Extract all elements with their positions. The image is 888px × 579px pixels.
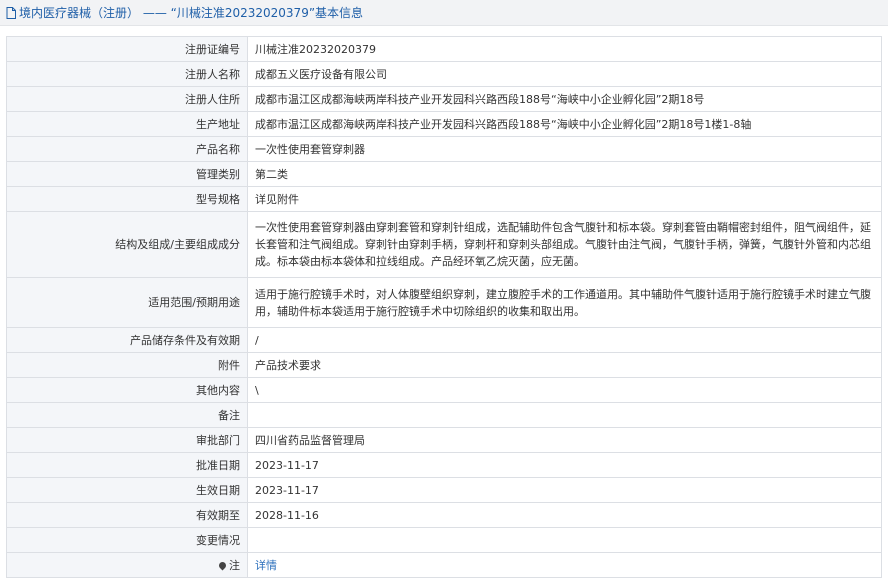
table-row: 注册证编号 川械注准20232020379 (6, 36, 882, 62)
row-value: 一次性使用套管穿刺器 (247, 136, 882, 162)
table-row: 生产地址 成都市温江区成都海峡两岸科技产业开发园科兴路西段188号“海峡中小企业… (6, 111, 882, 137)
row-value: / (247, 327, 882, 353)
note-label-cell: 注 (6, 552, 248, 578)
table-row: 产品储存条件及有效期 / (6, 327, 882, 353)
row-value: 适用于施行腔镜手术时，对人体腹壁组织穿刺，建立腹腔手术的工作通道用。其中辅助件气… (247, 277, 882, 328)
row-label: 型号规格 (6, 186, 248, 212)
table-row: 变更情况 (6, 527, 882, 553)
row-label: 审批部门 (6, 427, 248, 453)
row-value (247, 527, 882, 553)
table-row: 生效日期 2023-11-17 (6, 477, 882, 503)
row-label: 批准日期 (6, 452, 248, 478)
details-link[interactable]: 详情 (255, 559, 277, 572)
table-row: 产品名称 一次性使用套管穿刺器 (6, 136, 882, 162)
row-value: 成都五义医疗设备有限公司 (247, 61, 882, 87)
row-value: 产品技术要求 (247, 352, 882, 378)
table-row: 审批部门 四川省药品监督管理局 (6, 427, 882, 453)
row-value: 第二类 (247, 161, 882, 187)
info-table: 注册证编号 川械注准20232020379 注册人名称 成都五义医疗设备有限公司… (6, 36, 882, 578)
row-label: 注册证编号 (6, 36, 248, 62)
row-value: 2023-11-17 (247, 477, 882, 503)
row-label: 注册人住所 (6, 86, 248, 112)
table-row: 注册人住所 成都市温江区成都海峡两岸科技产业开发园科兴路西段188号“海峡中小企… (6, 86, 882, 112)
row-value: 一次性使用套管穿刺器由穿刺套管和穿刺针组成，选配辅助件包含气腹针和标本袋。穿刺套… (247, 211, 882, 278)
row-value: 详情 (247, 552, 882, 578)
table-row: 注 详情 (6, 552, 882, 578)
page-title: 境内医疗器械（注册） —— “川械注准20232020379”基本信息 (19, 6, 364, 20)
row-value: 详见附件 (247, 186, 882, 212)
table-row: 结构及组成/主要组成成分 一次性使用套管穿刺器由穿刺套管和穿刺针组成，选配辅助件… (6, 211, 882, 278)
row-value: 成都市温江区成都海峡两岸科技产业开发园科兴路西段188号“海峡中小企业孵化园”2… (247, 111, 882, 137)
row-label: 适用范围/预期用途 (6, 277, 248, 328)
table-row: 有效期至 2028-11-16 (6, 502, 882, 528)
row-value: 2023-11-17 (247, 452, 882, 478)
row-label: 变更情况 (6, 527, 248, 553)
row-label: 备注 (6, 402, 248, 428)
row-label: 有效期至 (6, 502, 248, 528)
table-row: 备注 (6, 402, 882, 428)
row-label: 其他内容 (6, 377, 248, 403)
row-label: 注 (229, 558, 240, 572)
page-header: 境内医疗器械（注册） —— “川械注准20232020379”基本信息 (0, 0, 888, 26)
table-row: 批准日期 2023-11-17 (6, 452, 882, 478)
row-label: 附件 (6, 352, 248, 378)
row-label: 生产地址 (6, 111, 248, 137)
document-icon (6, 6, 16, 19)
row-label: 产品名称 (6, 136, 248, 162)
row-value: 成都市温江区成都海峡两岸科技产业开发园科兴路西段188号“海峡中小企业孵化园”2… (247, 86, 882, 112)
row-label: 管理类别 (6, 161, 248, 187)
table-row: 型号规格 详见附件 (6, 186, 882, 212)
row-label: 结构及组成/主要组成成分 (6, 211, 248, 278)
table-row: 注册人名称 成都五义医疗设备有限公司 (6, 61, 882, 87)
row-value: 四川省药品监督管理局 (247, 427, 882, 453)
table-row: 附件 产品技术要求 (6, 352, 882, 378)
row-value (247, 402, 882, 428)
table-row: 其他内容 \ (6, 377, 882, 403)
row-value: \ (247, 377, 882, 403)
row-value: 川械注准20232020379 (247, 36, 882, 62)
table-row: 适用范围/预期用途 适用于施行腔镜手术时，对人体腹壁组织穿刺，建立腹腔手术的工作… (6, 277, 882, 328)
table-row: 管理类别 第二类 (6, 161, 882, 187)
row-label: 注册人名称 (6, 61, 248, 87)
pin-icon (217, 560, 228, 571)
row-value: 2028-11-16 (247, 502, 882, 528)
row-label: 生效日期 (6, 477, 248, 503)
row-label: 产品储存条件及有效期 (6, 327, 248, 353)
